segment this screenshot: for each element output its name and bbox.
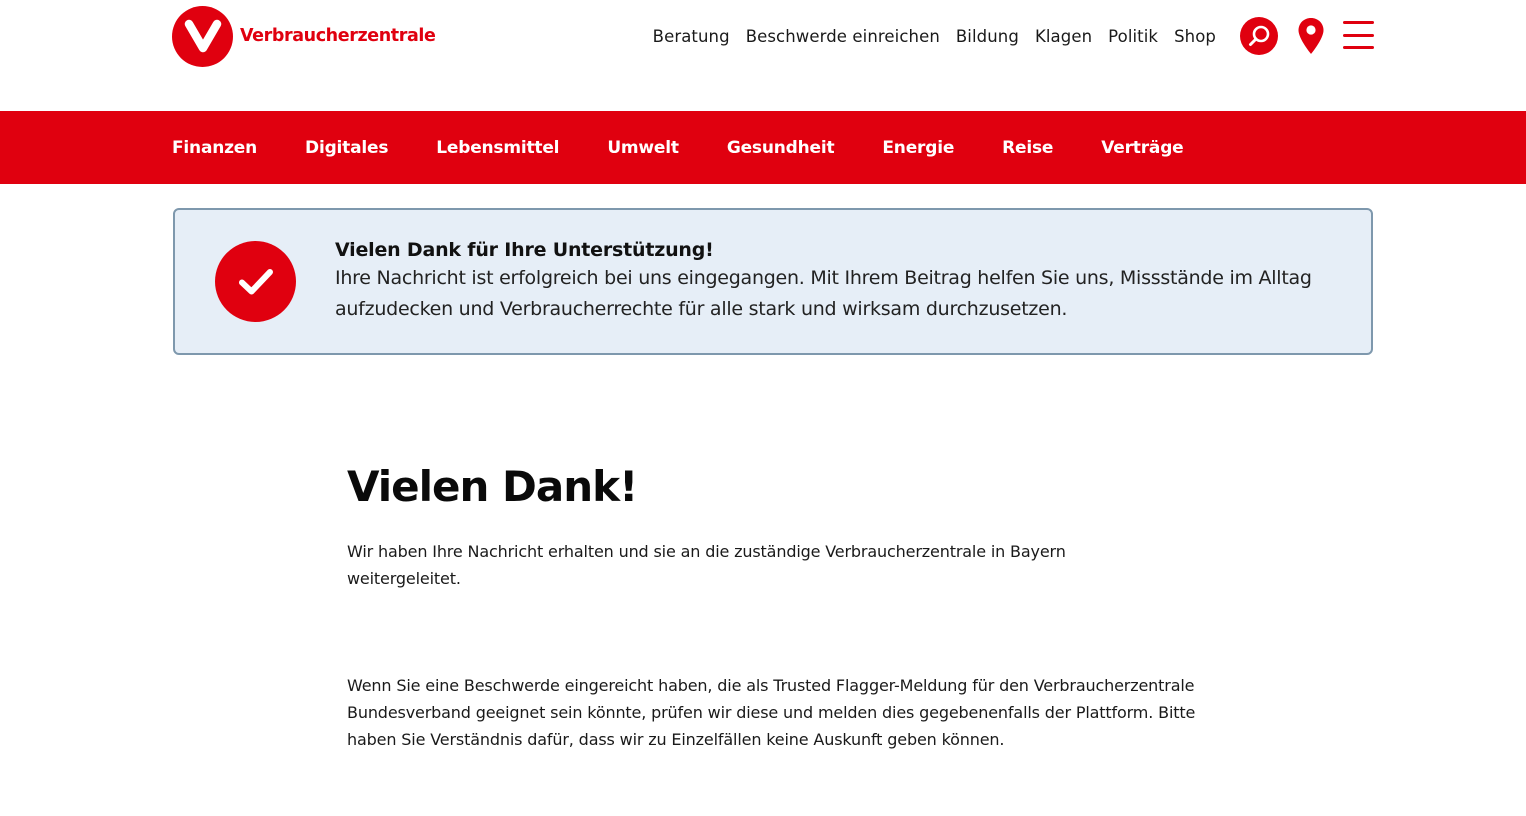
category-umwelt[interactable]: Umwelt bbox=[607, 138, 679, 158]
page-title: Vielen Dank! bbox=[347, 462, 638, 511]
checkmark-icon bbox=[215, 241, 296, 322]
main-content: Vielen Dank! Wir haben Ihre Nachricht er… bbox=[347, 460, 1207, 753]
menu-bar bbox=[1343, 21, 1374, 24]
topnav-politik[interactable]: Politik bbox=[1108, 27, 1158, 46]
menu-bar bbox=[1343, 33, 1374, 37]
category-reise[interactable]: Reise bbox=[1002, 138, 1053, 158]
trusted-flagger-paragraph: Wenn Sie eine Beschwerde eingereicht hab… bbox=[347, 676, 1196, 749]
logo-wordmark: Verbraucherzentrale bbox=[240, 26, 436, 46]
location-pin-icon[interactable] bbox=[1297, 17, 1325, 55]
search-icon[interactable] bbox=[1240, 17, 1278, 55]
topnav-shop[interactable]: Shop bbox=[1174, 27, 1216, 46]
category-finanzen[interactable]: Finanzen bbox=[172, 138, 257, 158]
category-energie[interactable]: Energie bbox=[882, 138, 954, 158]
category-lebensmittel[interactable]: Lebensmittel bbox=[436, 138, 559, 158]
logo-v-icon bbox=[172, 5, 233, 67]
notice-message: Ihre Nachricht ist erfolgreich bei uns e… bbox=[335, 267, 1312, 320]
menu-bar bbox=[1343, 46, 1374, 49]
logo-link[interactable]: Verbraucherzentrale bbox=[172, 5, 436, 67]
confirmation-paragraph: Wir haben Ihre Nachricht erhalten und si… bbox=[347, 542, 1066, 588]
topnav-klagen[interactable]: Klagen bbox=[1035, 27, 1092, 46]
category-gesundheit[interactable]: Gesundheit bbox=[727, 138, 835, 158]
topnav-bildung[interactable]: Bildung bbox=[956, 27, 1019, 46]
menu-icon[interactable] bbox=[1343, 21, 1374, 49]
category-vertraege[interactable]: Verträge bbox=[1101, 138, 1183, 158]
top-navigation: Beratung Beschwerde einreichen Bildung K… bbox=[653, 22, 1216, 50]
success-notice: Vielen Dank für Ihre Unterstützung! Ihre… bbox=[173, 208, 1373, 355]
notice-text: Vielen Dank für Ihre Unterstützung! Ihre… bbox=[335, 237, 1345, 325]
topnav-beratung[interactable]: Beratung bbox=[653, 27, 730, 46]
site-header: Verbraucherzentrale Beratung Beschwerde … bbox=[0, 0, 1526, 111]
category-navigation: Finanzen Digitales Lebensmittel Umwelt G… bbox=[0, 111, 1526, 184]
topnav-beschwerde-einreichen[interactable]: Beschwerde einreichen bbox=[746, 27, 940, 46]
category-digitales[interactable]: Digitales bbox=[305, 138, 388, 158]
notice-title: Vielen Dank für Ihre Unterstützung! bbox=[335, 239, 714, 261]
